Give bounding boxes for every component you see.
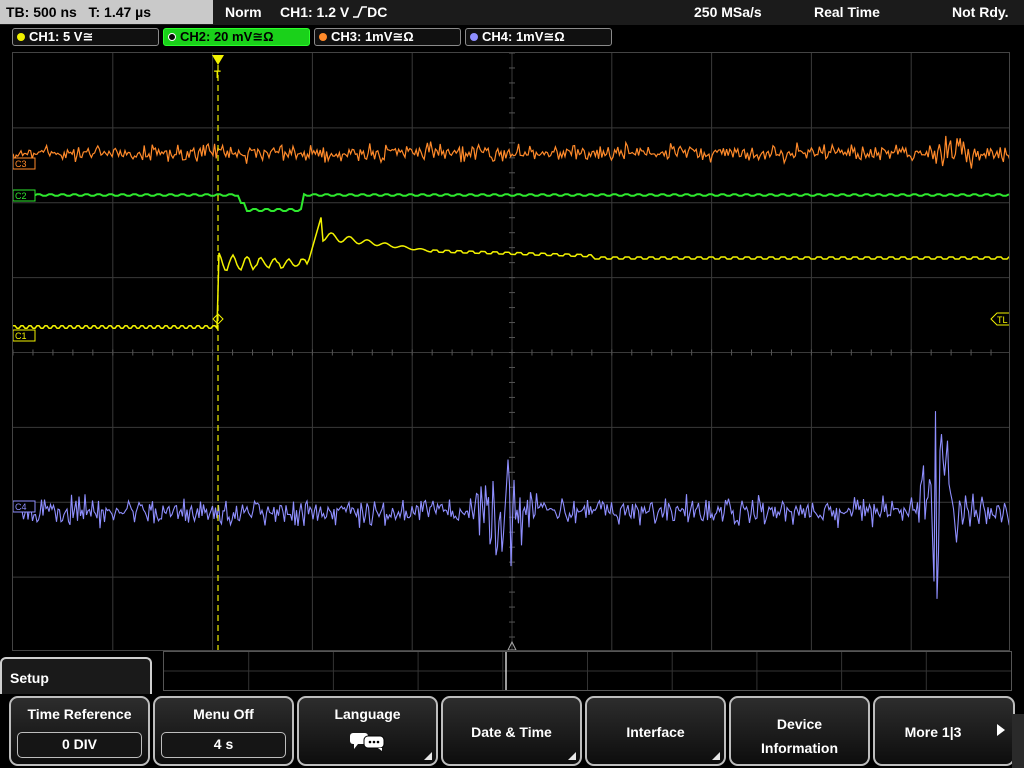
device-information-line2: Information (761, 740, 838, 756)
channel-tab-ch3[interactable]: CH3: 1mV≅Ω (314, 28, 461, 46)
trigger-level-marker[interactable]: TL (990, 312, 1010, 326)
interface-button[interactable]: Interface (585, 696, 726, 766)
device-information-label: Device Information (731, 712, 868, 760)
ch4-color-dot (470, 33, 478, 41)
svg-text:C1: C1 (15, 331, 27, 341)
trigger-coupling: DC (367, 4, 388, 20)
ch3-label: CH3: 1mV≅Ω (331, 29, 414, 44)
ch2-offset-marker[interactable]: C2 (13, 189, 36, 202)
device-information-button[interactable]: Device Information (729, 696, 870, 766)
ch4-label: CH4: 1mV≅Ω (482, 29, 565, 44)
channel-tab-ch4[interactable]: CH4: 1mV≅Ω (465, 28, 612, 46)
submenu-corner-icon (424, 752, 432, 760)
submenu-corner-icon (568, 752, 576, 760)
ch2-label: CH2: 20 mV≅Ω (180, 29, 274, 44)
menu-off-label: Menu Off (193, 706, 254, 722)
device-information-line1: Device (776, 716, 823, 732)
svg-text:C4: C4 (15, 502, 27, 512)
svg-text:C2: C2 (15, 191, 27, 201)
waveform-canvas: T C3 C2 C1 C4 TL (13, 53, 1010, 650)
ch3-waveform (13, 135, 1009, 169)
history-grid (164, 652, 1011, 690)
sample-rate: 250 MSa/s (694, 4, 762, 20)
acquisition-state: Not Rdy. (952, 4, 1009, 20)
channel-tab-ch2[interactable]: CH2: 20 mV≅Ω (163, 28, 310, 46)
history-strip (163, 651, 1012, 691)
language-button[interactable]: Language (297, 696, 438, 766)
ch4-offset-marker[interactable]: C4 (13, 500, 36, 513)
more-button[interactable]: More 1|3 (873, 696, 1015, 766)
date-time-button[interactable]: Date & Time (441, 696, 582, 766)
trigger-source: CH1: 1.2 V (280, 4, 350, 20)
ch1-color-dot (17, 33, 25, 41)
acquisition-mode[interactable]: Real Time (814, 0, 880, 25)
svg-text:C3: C3 (15, 159, 27, 169)
interface-label: Interface (626, 724, 685, 740)
rising-edge-icon (353, 6, 368, 18)
timebase-box[interactable]: TB: 500 ns T: 1.47 µs (0, 0, 213, 24)
language-label: Language (334, 706, 401, 722)
date-time-label: Date & Time (471, 724, 552, 740)
trigger-mode[interactable]: Norm (225, 0, 262, 25)
timebase-value: TB: 500 ns (6, 4, 77, 20)
ch2-color-dot (168, 33, 176, 41)
right-arrow-icon (997, 724, 1005, 736)
channel-bar: CH1: 5 V≅ CH2: 20 mV≅Ω CH3: 1mV≅Ω CH4: 1… (0, 25, 1024, 49)
speech-bubbles-icon (349, 733, 384, 751)
trigger-settings[interactable]: CH1: 1.2 V DC (280, 0, 387, 25)
time-reference-button[interactable]: Time Reference 0 DIV (9, 696, 150, 766)
time-reference-label: Time Reference (27, 706, 132, 722)
ch3-offset-marker[interactable]: C3 (13, 157, 36, 170)
ch1-label: CH1: 5 V≅ (29, 29, 94, 44)
menu-scroll-edge (1012, 714, 1024, 768)
waveform-display[interactable]: T C3 C2 C1 C4 TL (12, 52, 1010, 651)
ch1-offset-marker[interactable]: C1 (13, 329, 36, 342)
svg-text:TL: TL (997, 315, 1008, 325)
svg-text:T: T (214, 69, 221, 81)
menu-off-value[interactable]: 4 s (161, 732, 286, 758)
trigger-time-value: T: 1.47 µs (88, 4, 152, 20)
channel-tab-ch1[interactable]: CH1: 5 V≅ (12, 28, 159, 46)
time-reference-value[interactable]: 0 DIV (17, 732, 142, 758)
status-bar: TB: 500 ns T: 1.47 µs Norm CH1: 1.2 V DC… (0, 0, 1024, 25)
menu-off-button[interactable]: Menu Off 4 s (153, 696, 294, 766)
more-label: More 1|3 (904, 724, 962, 740)
menu-title: Setup (0, 657, 152, 697)
submenu-corner-icon (712, 752, 720, 760)
ch3-color-dot (319, 33, 327, 41)
